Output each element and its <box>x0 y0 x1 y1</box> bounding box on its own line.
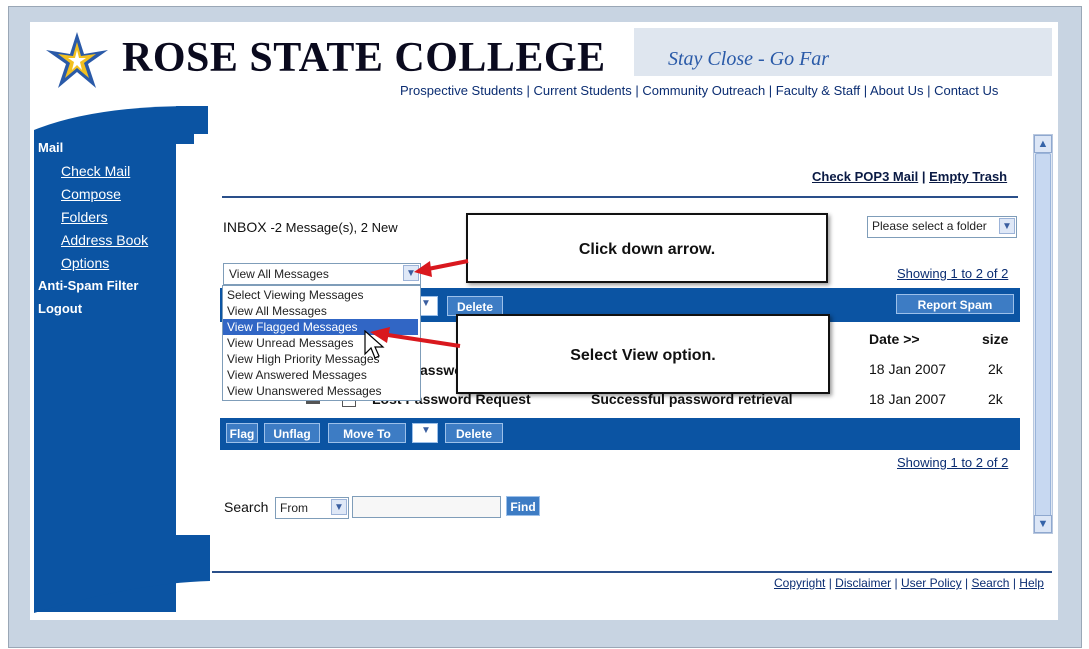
tagline: Stay Close - Go Far <box>668 48 830 70</box>
search-field-select[interactable]: From ▼ <box>275 497 349 519</box>
arrow-left-icon <box>414 259 469 277</box>
chevron-down-icon[interactable]: ▼ <box>331 499 347 515</box>
mail-actions: Check POP3 Mail | Empty Trash <box>812 169 1008 184</box>
showing-count-top[interactable]: Showing 1 to 2 of 2 <box>897 266 1008 281</box>
nav-contact-us[interactable]: Contact Us <box>934 83 998 98</box>
footer-links: Copyright | Disclaimer | User Policy | S… <box>774 576 1044 590</box>
search-input[interactable] <box>352 496 501 518</box>
nav-faculty-staff[interactable]: Faculty & Staff <box>776 83 860 98</box>
move-to-folder-select[interactable]: ▼ <box>412 423 438 443</box>
college-logo-star-icon <box>46 32 108 88</box>
scroll-down-icon[interactable]: ▼ <box>1034 515 1052 533</box>
callout-click-arrow: Click down arrow. <box>466 213 828 283</box>
folder-select[interactable]: Please select a folder ▼ <box>867 216 1017 238</box>
toolbar-select[interactable]: ▼ <box>418 296 438 316</box>
dropdown-option[interactable]: View All Messages <box>223 303 418 319</box>
inbox-label: INBOX <box>223 219 267 235</box>
content-divider <box>222 196 1018 198</box>
row2-date: 18 Jan 2007 <box>869 391 947 407</box>
footer-divider <box>212 571 1052 573</box>
sidebar-check-mail[interactable]: Check Mail <box>61 163 130 179</box>
sidebar-address-book[interactable]: Address Book <box>61 232 148 248</box>
folder-select-value: Please select a folder <box>872 219 987 233</box>
row1-size: 2k <box>988 361 1003 377</box>
search-label: Search <box>224 499 269 515</box>
dropdown-option[interactable]: View Unanswered Messages <box>223 383 418 399</box>
nav-about-us[interactable]: About Us <box>870 83 923 98</box>
top-navigation: Prospective Students | Current Students … <box>400 83 999 98</box>
find-button[interactable]: Find <box>506 496 540 516</box>
sidebar-bottom-curve <box>34 535 210 613</box>
nav-community-outreach[interactable]: Community Outreach <box>642 83 765 98</box>
footer-search[interactable]: Search <box>971 576 1009 590</box>
column-size[interactable]: size <box>982 331 1008 347</box>
college-name: ROSE STATE COLLEGE <box>122 35 606 81</box>
chevron-down-icon: ▼ <box>421 298 431 309</box>
dropdown-option[interactable]: View High Priority Messages <box>223 351 418 367</box>
check-pop3-link[interactable]: Check POP3 Mail <box>812 169 918 184</box>
search-field-value: From <box>280 501 308 515</box>
scroll-up-icon[interactable]: ▲ <box>1034 135 1052 153</box>
delete-button[interactable]: Delete <box>447 296 503 316</box>
unflag-button[interactable]: Unflag <box>264 423 320 443</box>
inbox-summary: INBOX -2 Message(s), 2 New <box>223 219 398 235</box>
arrow-left-icon <box>370 327 461 348</box>
row2-size: 2k <box>988 391 1003 407</box>
row1-date: 18 Jan 2007 <box>869 361 947 377</box>
sidebar-tab <box>176 106 208 134</box>
sidebar-folders[interactable]: Folders <box>61 209 108 225</box>
vertical-scrollbar[interactable]: ▲ ▼ <box>1033 134 1053 534</box>
dropdown-option[interactable]: Select Viewing Messages <box>223 287 418 303</box>
nav-prospective-students[interactable]: Prospective Students <box>400 83 523 98</box>
chevron-down-icon[interactable]: ▼ <box>999 218 1015 234</box>
empty-trash-link[interactable]: Empty Trash <box>929 169 1007 184</box>
footer-disclaimer[interactable]: Disclaimer <box>835 576 891 590</box>
sidebar-anti-spam[interactable]: Anti-Spam Filter <box>38 278 138 293</box>
showing-count-bottom[interactable]: Showing 1 to 2 of 2 <box>897 455 1008 470</box>
column-date[interactable]: Date >> <box>869 331 920 347</box>
move-to-button[interactable]: Move To <box>328 423 406 443</box>
inbox-counts: -2 Message(s), 2 New <box>270 220 398 235</box>
report-spam-button[interactable]: Report Spam <box>896 294 1014 314</box>
sidebar-logout[interactable]: Logout <box>38 301 82 316</box>
sidebar-compose[interactable]: Compose <box>61 186 121 202</box>
view-select-value: View All Messages <box>229 267 329 281</box>
footer-user-policy[interactable]: User Policy <box>901 576 962 590</box>
nav-current-students[interactable]: Current Students <box>533 83 631 98</box>
sidebar-mail-heading[interactable]: Mail <box>38 140 63 155</box>
view-messages-select[interactable]: View All Messages ▼ <box>223 263 421 285</box>
flag-button[interactable]: Flag <box>226 423 258 443</box>
dropdown-option[interactable]: View Answered Messages <box>223 367 418 383</box>
footer-copyright[interactable]: Copyright <box>774 576 825 590</box>
callout-select-view: Select View option. <box>456 314 830 394</box>
delete-button-bottom[interactable]: Delete <box>445 423 503 443</box>
footer-help[interactable]: Help <box>1019 576 1044 590</box>
scrollbar-thumb[interactable] <box>1035 153 1051 519</box>
chevron-down-icon: ▼ <box>421 425 431 436</box>
sidebar-options[interactable]: Options <box>61 255 109 271</box>
